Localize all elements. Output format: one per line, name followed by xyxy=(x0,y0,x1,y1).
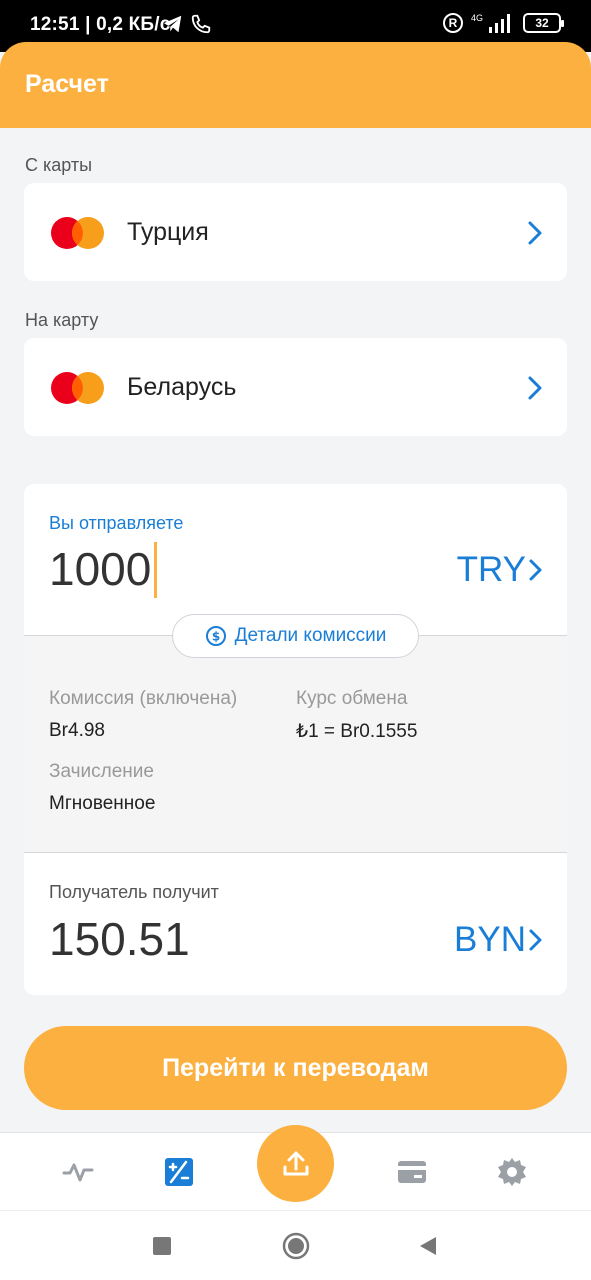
credit-value: Мгновенное xyxy=(49,793,156,814)
nav-send-button[interactable] xyxy=(257,1125,334,1202)
commission-label: Комиссия (включена) xyxy=(49,688,238,709)
app-header: Расчет xyxy=(0,42,591,128)
bottom-navigation xyxy=(0,1125,591,1210)
nav-settings[interactable] xyxy=(495,1155,529,1189)
from-country-name: Турция xyxy=(127,218,209,246)
receive-currency-code: BYN xyxy=(454,920,526,959)
receive-currency-selector[interactable]: BYN xyxy=(454,920,544,960)
home-icon[interactable] xyxy=(282,1232,310,1260)
send-amount-input[interactable]: 1000 xyxy=(49,542,151,596)
from-card-label: С карты xyxy=(25,155,93,175)
chevron-right-icon xyxy=(529,559,542,581)
nav-calculator[interactable] xyxy=(162,1155,196,1189)
chevron-right-icon xyxy=(528,221,542,245)
page-title: Расчет xyxy=(25,70,109,98)
send-currency-code: TRY xyxy=(456,550,526,589)
activity-icon xyxy=(62,1163,94,1182)
battery-icon: 32 xyxy=(523,13,564,33)
card-icon xyxy=(398,1161,426,1183)
to-country-name: Беларусь xyxy=(127,373,237,401)
nav-activity[interactable] xyxy=(61,1155,95,1189)
upload-icon xyxy=(283,1151,308,1175)
gear-icon xyxy=(498,1158,526,1186)
back-icon[interactable] xyxy=(416,1235,438,1257)
coin-icon: $ xyxy=(205,626,226,646)
calculator-icon xyxy=(165,1158,193,1186)
commission-details-panel: Комиссия (включена) Br4.98 Курс обмена ₺… xyxy=(24,635,567,853)
roaming-icon: R xyxy=(442,13,463,33)
receive-amount-label: Получатель получит xyxy=(49,882,219,902)
exchange-rate-label: Курс обмена xyxy=(296,688,408,709)
text-cursor xyxy=(154,542,157,598)
calculator-card: Вы отправляете 1000 TRY Комиссия (включе… xyxy=(24,484,567,995)
mastercard-icon xyxy=(51,372,104,404)
signal-icon xyxy=(489,14,510,33)
nav-cards[interactable] xyxy=(395,1155,429,1189)
system-navigation-bar xyxy=(0,1210,591,1280)
phone-call-icon xyxy=(191,14,211,34)
to-card-label: На карту xyxy=(25,310,99,330)
telegram-icon xyxy=(163,15,182,33)
recent-apps-icon[interactable] xyxy=(152,1236,172,1256)
svg-text:$: $ xyxy=(211,630,219,644)
go-to-transfers-button[interactable]: Перейти к переводам xyxy=(24,1026,567,1110)
mastercard-icon xyxy=(51,217,104,249)
exchange-rate-value: ₺1 = Br0.1555 xyxy=(296,721,418,742)
send-currency-selector[interactable]: TRY xyxy=(457,550,544,590)
from-card-selector[interactable]: Турция xyxy=(24,183,567,281)
receive-amount-value[interactable]: 150.51 xyxy=(49,912,190,966)
chevron-right-icon xyxy=(528,376,542,400)
network-label: 4G xyxy=(470,13,483,23)
commission-details-button[interactable]: $ Детали комиссии xyxy=(172,614,419,658)
to-card-selector[interactable]: Беларусь xyxy=(24,338,567,436)
chevron-right-icon xyxy=(529,929,542,951)
credit-label: Зачисление xyxy=(49,761,154,782)
commission-details-label: Детали комиссии xyxy=(234,625,387,646)
send-amount-label: Вы отправляете xyxy=(49,513,184,533)
commission-value: Br4.98 xyxy=(49,720,105,741)
status-time: 12:51 | 0,2 КБ/с xyxy=(30,14,171,35)
